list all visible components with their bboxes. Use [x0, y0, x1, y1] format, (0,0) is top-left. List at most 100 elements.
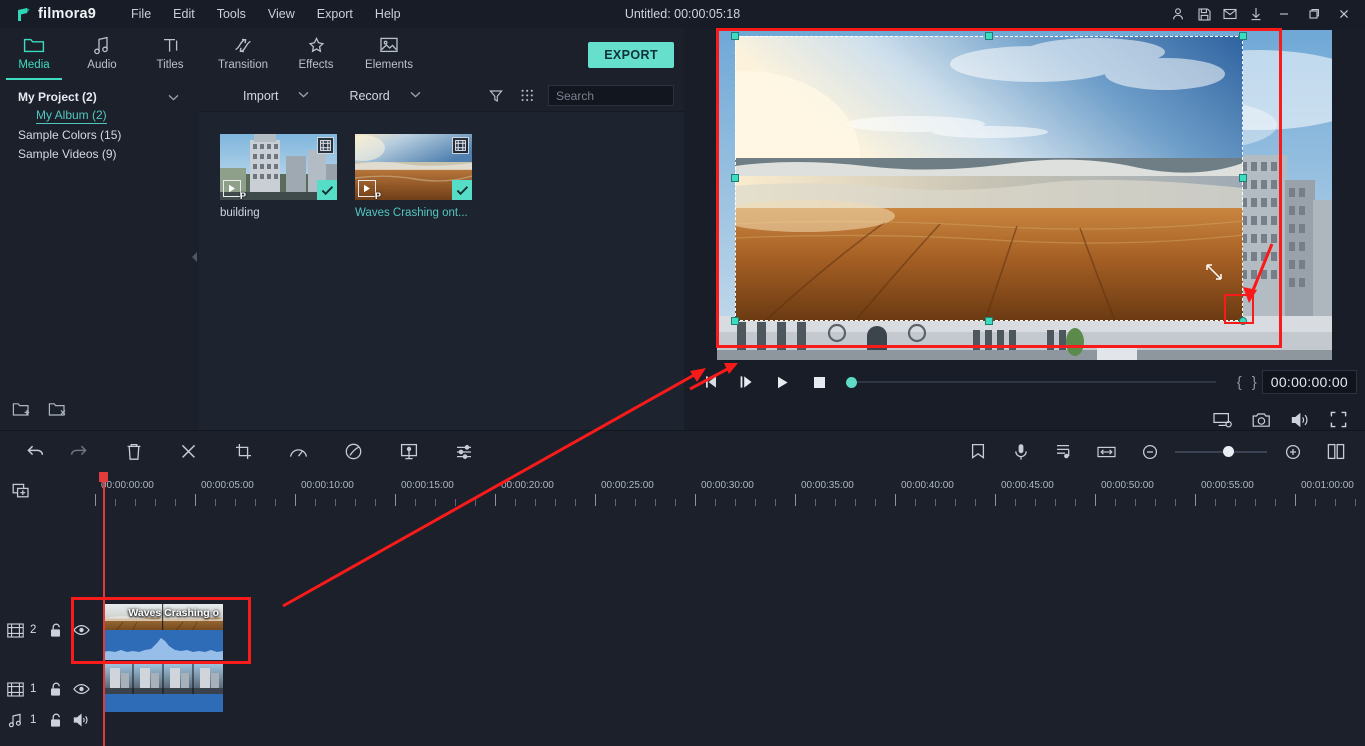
tab-media[interactable]: Media [0, 28, 68, 80]
library-item-sample-videos[interactable]: Sample Videos (9) [0, 145, 199, 162]
zoom-slider-track [1175, 450, 1267, 453]
media-thumbnail[interactable] [220, 134, 337, 200]
menu-tools[interactable]: Tools [206, 3, 257, 25]
handle-bottom-left[interactable] [731, 317, 739, 325]
media-browser: Import Record Search P building P Waves … [199, 80, 731, 430]
speed-button[interactable] [277, 431, 320, 473]
split-button[interactable] [167, 431, 210, 473]
zoom-out-button[interactable] [1128, 431, 1171, 473]
ruler-tick-minor [275, 499, 276, 506]
lock-icon[interactable] [42, 682, 68, 697]
handle-bottom-right[interactable] [1239, 317, 1247, 325]
lock-icon[interactable] [42, 623, 68, 638]
chevron-down-icon[interactable] [168, 90, 179, 104]
zoom-slider-knob[interactable] [1223, 446, 1234, 457]
lock-icon[interactable] [42, 713, 68, 728]
menu-view[interactable]: View [257, 3, 306, 25]
preview-stage[interactable] [717, 30, 1332, 360]
prev-frame-button[interactable] [694, 374, 728, 390]
ruler-label: 00:00:45:00 [1001, 480, 1054, 491]
search-box[interactable] [548, 85, 731, 106]
minimize-button[interactable] [1269, 1, 1299, 27]
menu-file[interactable]: File [120, 3, 162, 25]
timeline-clip-building[interactable] [103, 664, 223, 712]
record-button[interactable]: Record [343, 89, 395, 103]
zoom-in-button[interactable] [1271, 431, 1314, 473]
download-icon[interactable] [1243, 1, 1269, 27]
library-item-my-project[interactable]: My Project (2) [0, 88, 199, 105]
close-button[interactable] [1329, 1, 1359, 27]
layout-button[interactable] [1314, 431, 1357, 473]
handle-bottom-center[interactable] [985, 317, 993, 325]
play-forward-button[interactable] [764, 375, 800, 390]
tab-audio[interactable]: Audio [68, 28, 136, 80]
redo-button[interactable] [57, 431, 100, 473]
media-thumbnail[interactable] [355, 134, 472, 200]
undo-button[interactable] [14, 431, 57, 473]
delete-button[interactable] [112, 431, 155, 473]
playhead-handle[interactable] [99, 472, 108, 482]
menu-export[interactable]: Export [306, 3, 364, 25]
handle-top-right[interactable] [1239, 32, 1247, 40]
scrubber-knob[interactable] [846, 376, 857, 388]
track-header-video-2[interactable]: 2 [0, 608, 95, 652]
library-item-sample-colors[interactable]: Sample Colors (15) [0, 126, 199, 143]
maximize-button[interactable] [1299, 1, 1329, 27]
record-dropdown-chevron-down-icon[interactable] [396, 90, 431, 101]
color-button[interactable] [332, 431, 375, 473]
playhead[interactable] [99, 472, 108, 746]
add-track-icon[interactable] [0, 472, 95, 512]
tab-elements[interactable]: Elements [350, 28, 428, 80]
new-folder-icon[interactable] [12, 401, 32, 423]
handle-top-left[interactable] [731, 32, 739, 40]
mute-speaker-icon[interactable] [68, 713, 94, 727]
ruler-tick-minor [1015, 499, 1016, 506]
import-dropdown-chevron-down-icon[interactable] [284, 90, 319, 101]
handle-middle-right[interactable] [1239, 174, 1247, 182]
crop-button[interactable] [222, 431, 265, 473]
tab-transition[interactable]: Transition [204, 28, 282, 80]
menu-help[interactable]: Help [364, 3, 412, 25]
account-icon[interactable] [1165, 1, 1191, 27]
mark-out-button[interactable]: } [1247, 374, 1262, 391]
export-button[interactable]: EXPORT [588, 42, 674, 68]
track-header-audio-1[interactable]: 1 [0, 702, 95, 738]
playback-scrubber[interactable] [842, 372, 1224, 392]
library-item-my-album[interactable]: My Album (2) [0, 107, 199, 124]
visibility-eye-icon[interactable] [68, 683, 94, 695]
timeline-zoom-slider[interactable] [1175, 442, 1267, 462]
mark-in-button[interactable]: { [1232, 374, 1247, 391]
panel-collapse-handle[interactable] [190, 248, 199, 266]
tab-effects[interactable]: Effects [282, 28, 350, 80]
ruler-tick-minor [1155, 499, 1156, 506]
media-card-building[interactable]: building [220, 134, 337, 219]
marker-button[interactable] [956, 431, 999, 473]
menu-edit[interactable]: Edit [162, 3, 206, 25]
play-button[interactable] [728, 374, 764, 390]
preview-play-icon[interactable] [223, 180, 246, 200]
green-screen-button[interactable] [387, 431, 430, 473]
audio-detach-button[interactable] [1042, 431, 1085, 473]
grid-view-icon[interactable] [511, 89, 548, 102]
stop-button[interactable] [800, 376, 838, 389]
tab-titles[interactable]: Titles [136, 28, 204, 80]
voiceover-button[interactable] [999, 431, 1042, 473]
filter-icon[interactable] [481, 89, 511, 103]
handle-top-center[interactable] [985, 32, 993, 40]
save-icon[interactable] [1191, 1, 1217, 27]
ruler-tick-major [395, 494, 396, 506]
visibility-eye-icon[interactable] [68, 624, 94, 636]
ruler-scale[interactable]: 00:00:00:00 00:00:05:00 00:00:10:00 00:0… [95, 472, 1365, 512]
delete-folder-icon[interactable] [48, 401, 68, 423]
preview-timecode[interactable]: 00:00:00:00 [1261, 370, 1357, 394]
audio-mixer-button[interactable] [442, 431, 485, 473]
mail-icon[interactable] [1217, 1, 1243, 27]
handle-middle-left[interactable] [731, 174, 739, 182]
title-bar: filmora9 File Edit Tools View Export Hel… [0, 0, 1365, 28]
preview-play-icon[interactable] [358, 180, 381, 200]
fit-timeline-button[interactable] [1085, 431, 1128, 473]
overlay-video-frame[interactable] [735, 36, 1243, 321]
import-button[interactable]: Import [237, 89, 284, 103]
timeline-clip-waves[interactable]: Waves Crashing o [103, 604, 223, 660]
media-card-waves[interactable]: Waves Crashing ont... [355, 134, 472, 219]
